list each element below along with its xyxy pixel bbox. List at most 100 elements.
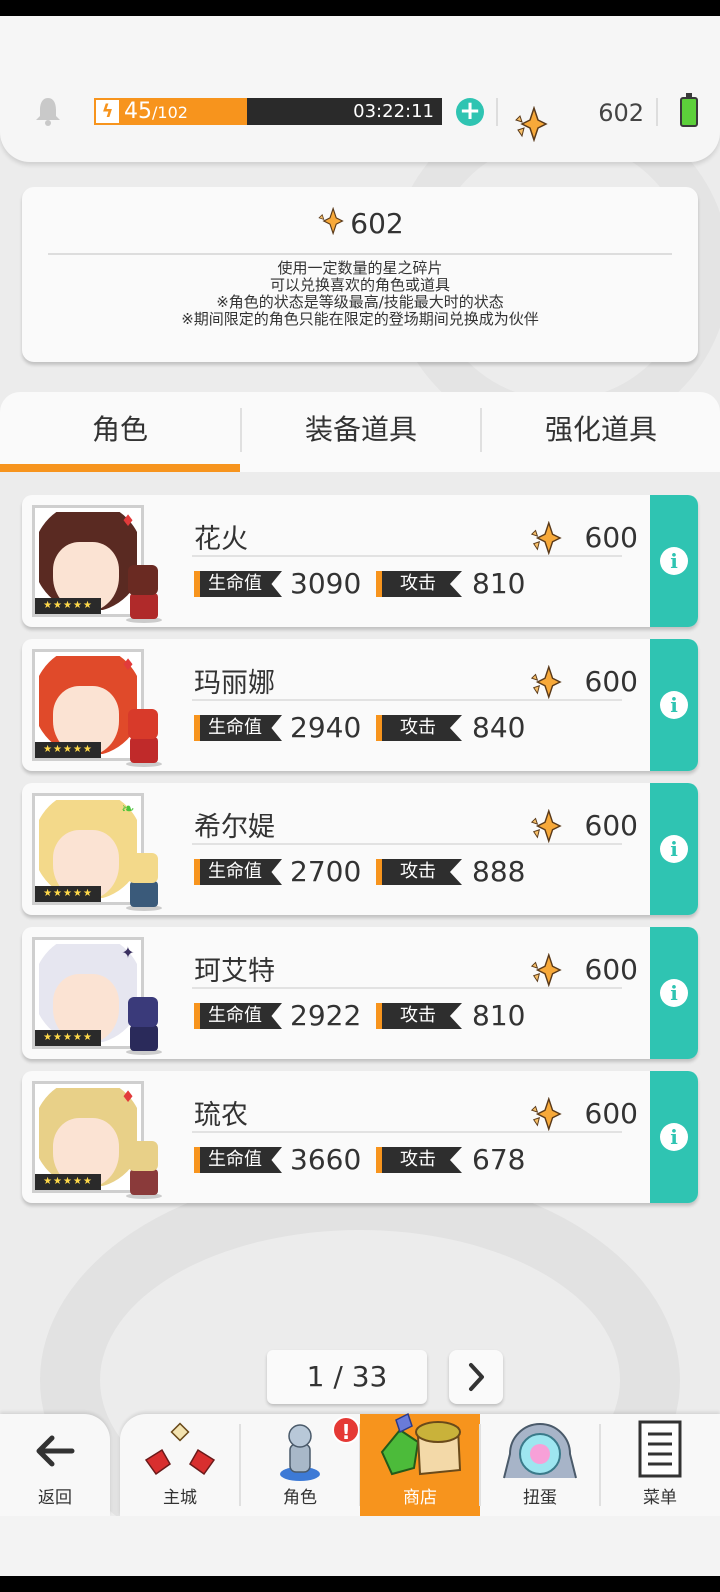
divider (192, 1131, 622, 1133)
element-icon: ♦ (120, 655, 136, 674)
back-button[interactable]: 返回 (0, 1414, 110, 1516)
next-page-button[interactable] (449, 1350, 503, 1404)
attack-value: 810 (472, 567, 526, 600)
element-icon: ♦ (120, 1087, 136, 1106)
sprite-head (128, 853, 158, 883)
divider (496, 98, 498, 126)
character-info-button[interactable]: i (650, 783, 698, 915)
star-shard-icon (530, 665, 562, 699)
page-indicator: 1 / 33 (267, 1350, 427, 1404)
character-row[interactable]: ❧ ★★★★★ 希尔媞 600 生命值 2700 攻击 888 i (22, 783, 698, 915)
attack-label: 攻击 (376, 1147, 462, 1173)
sprite-body (130, 1169, 158, 1195)
info-icon: i (660, 691, 688, 719)
hp-value: 2922 (290, 999, 362, 1032)
exchange-description: 使用一定数量的星之碎片 可以兑换喜欢的角色或道具 ※角色的状态是等级最高/技能最… (22, 260, 698, 328)
nav-shop-label: 商店 (403, 1488, 437, 1508)
shard-cost-value: 600 (584, 1097, 638, 1130)
rarity-stars: ★★★★★ (35, 1030, 101, 1046)
active-tab-indicator (0, 464, 240, 472)
rarity-stars: ★★★★★ (35, 1174, 101, 1190)
attack-label: 攻击 (376, 571, 462, 597)
stamina-timer: 03:22:11 (353, 101, 434, 122)
stamina-value: 45/102 (124, 99, 188, 124)
rarity-stars: ★★★★★ (35, 598, 101, 614)
divider (192, 699, 622, 701)
battery-icon (680, 93, 698, 127)
character-info-button[interactable]: i (650, 495, 698, 627)
shard-cost-value: 600 (584, 953, 638, 986)
nav-characters-label: 角色 (283, 1488, 317, 1508)
hp-value: 2940 (290, 711, 362, 744)
tab-characters[interactable]: 角色 (0, 392, 240, 472)
star-shard-icon (318, 207, 345, 235)
shard-cost: 600 (528, 1097, 638, 1131)
system-status-bar (0, 0, 720, 16)
hp-label: 生命值 (194, 571, 282, 597)
info-icon: i (660, 979, 688, 1007)
character-name: 琉农 (194, 1100, 248, 1131)
character-row[interactable]: ♦ ★★★★★ 琉农 600 生命值 3660 攻击 678 i (22, 1071, 698, 1203)
bottom-navigation: 返回 主城 ! 角色 商店 扭蛋 菜单 (0, 1412, 720, 1516)
system-bottom-bar (0, 1576, 720, 1592)
category-tabs: 角色 装备道具 强化道具 (0, 392, 720, 472)
star-shard-icon (515, 106, 548, 142)
nav-home[interactable]: 主城 (120, 1414, 240, 1516)
attack-label: 攻击 (376, 859, 462, 885)
castle-icon (144, 1422, 216, 1476)
gacha-icon (503, 1423, 577, 1479)
hp-value: 3660 (290, 1143, 362, 1176)
attack-value: 678 (472, 1143, 526, 1176)
sprite-body (130, 881, 158, 907)
divider (48, 253, 672, 255)
add-stamina-button[interactable]: + (456, 98, 484, 126)
main-nav-bar: 主城 ! 角色 商店 扭蛋 菜单 (120, 1412, 720, 1516)
nav-gacha-label: 扭蛋 (523, 1488, 557, 1508)
tab-equipment[interactable]: 装备道具 (242, 392, 480, 472)
star-shard-icon (530, 521, 562, 555)
element-icon: ♦ (120, 511, 136, 530)
character-row[interactable]: ♦ ★★★★★ 花火 600 生命值 3090 攻击 810 i (22, 495, 698, 627)
description-line: 使用一定数量的星之碎片 (277, 259, 443, 277)
nav-characters[interactable]: ! 角色 (240, 1414, 360, 1516)
hp-value: 2700 (290, 855, 362, 888)
character-info-button[interactable]: i (650, 639, 698, 771)
nav-menu[interactable]: 菜单 (600, 1414, 720, 1516)
sprite-head (128, 997, 158, 1027)
menu-icon (638, 1420, 682, 1478)
stamina-bar: ϟ 45/102 03:22:11 (94, 98, 442, 125)
shard-cost: 600 (528, 521, 638, 555)
shard-cost-value: 600 (584, 521, 638, 554)
nav-home-label: 主城 (163, 1488, 197, 1508)
rarity-stars: ★★★★★ (35, 886, 101, 902)
attack-label: 攻击 (376, 715, 462, 741)
hp-value: 3090 (290, 567, 362, 600)
tab-enhancement[interactable]: 强化道具 (482, 392, 720, 472)
arrow-left-icon (36, 1435, 75, 1467)
hp-label: 生命值 (194, 1003, 282, 1029)
hp-label: 生命值 (194, 1147, 282, 1173)
character-row[interactable]: ♦ ★★★★★ 玛丽娜 600 生命值 2940 攻击 840 i (22, 639, 698, 771)
character-name: 玛丽娜 (194, 668, 275, 699)
chevron-right-icon (469, 1363, 484, 1391)
hp-label: 生命值 (194, 715, 282, 741)
info-icon: i (660, 1123, 688, 1151)
description-line: ※期间限定的角色只能在限定的登场期间兑换成为伙伴 (181, 310, 539, 328)
shard-cost-value: 600 (584, 809, 638, 842)
info-icon: i (660, 547, 688, 575)
divider (192, 987, 622, 989)
sprite-body (130, 593, 158, 619)
character-icon (280, 1424, 320, 1481)
character-info-button[interactable]: i (650, 927, 698, 1059)
back-label: 返回 (38, 1488, 72, 1508)
character-name: 希尔媞 (194, 812, 275, 843)
nav-menu-label: 菜单 (643, 1488, 677, 1508)
character-row[interactable]: ✦ ★★★★★ 珂艾特 600 生命值 2922 攻击 810 i (22, 927, 698, 1059)
nav-gacha[interactable]: 扭蛋 (480, 1414, 600, 1516)
nav-shop[interactable]: 商店 (360, 1412, 480, 1516)
attack-value: 888 (472, 855, 526, 888)
resource-bar (0, 16, 720, 162)
character-info-button[interactable]: i (650, 1071, 698, 1203)
notification-badge: ! (332, 1416, 360, 1444)
bell-icon[interactable] (34, 96, 62, 126)
